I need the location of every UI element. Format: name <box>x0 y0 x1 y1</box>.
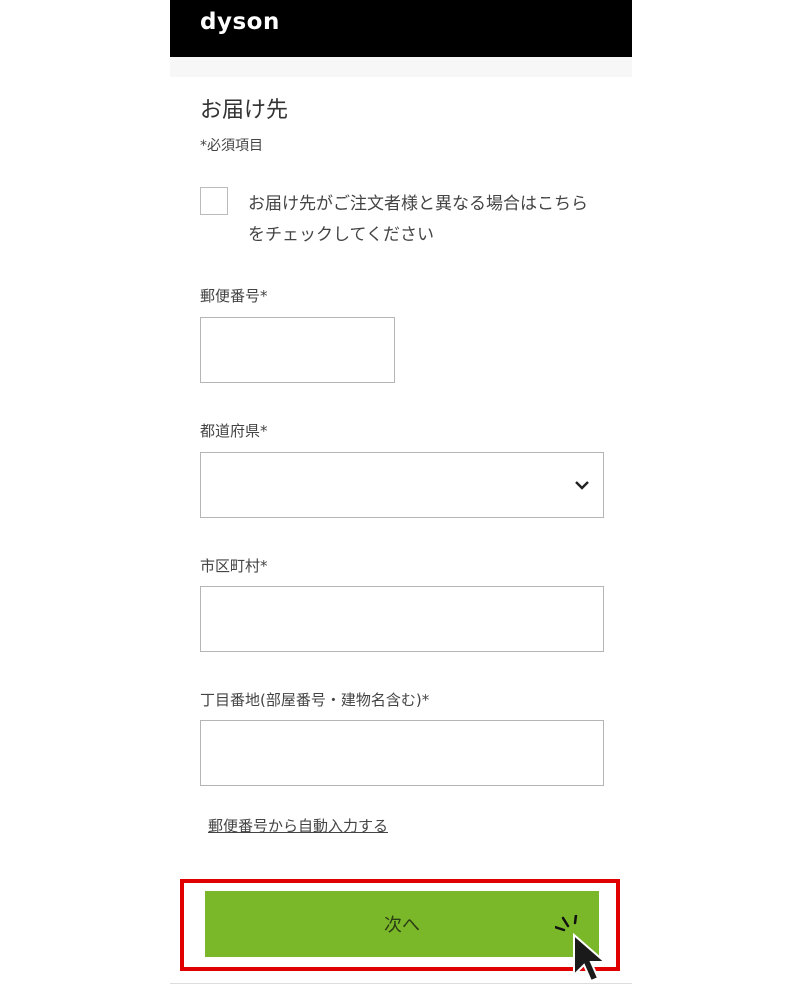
different-recipient-checkbox[interactable] <box>200 187 228 215</box>
address-label: 丁目番地(部屋番号・建物名含む)* <box>200 691 430 709</box>
checkbox-label-line2: をチェックしてください <box>248 225 434 245</box>
site-header: dyson <box>170 0 632 57</box>
click-sparkle-icon <box>555 915 578 932</box>
dyson-logo[interactable]: dyson <box>200 9 280 35</box>
city-label: 市区町村* <box>200 557 268 575</box>
prefecture-select[interactable] <box>200 452 604 518</box>
address-input[interactable] <box>200 720 604 786</box>
autofill-postal-link[interactable]: 郵便番号から自動入力する <box>208 815 388 836</box>
postal-code-label: 郵便番号* <box>200 287 268 305</box>
cursor-pointer-icon <box>555 915 608 983</box>
shipping-form: お届け先 *必須項目 お届け先がご注文者様と異なる場合はこちら をチェックしてく… <box>170 77 632 1000</box>
form-title: お届け先 <box>200 98 289 123</box>
postal-code-input[interactable] <box>200 317 395 383</box>
next-button[interactable]: 次へ <box>205 891 599 957</box>
prefecture-label: 都道府県* <box>200 422 268 440</box>
city-input[interactable] <box>200 586 604 652</box>
required-note: *必須項目 <box>200 138 263 154</box>
chevron-down-icon <box>575 481 589 490</box>
subheader-bar <box>170 57 632 78</box>
checkbox-label: お届け先がご注文者様と異なる場合はこちら をチェックしてください <box>248 189 608 251</box>
checkbox-label-line1: お届け先がご注文者様と異なる場合はこちら <box>248 194 588 214</box>
